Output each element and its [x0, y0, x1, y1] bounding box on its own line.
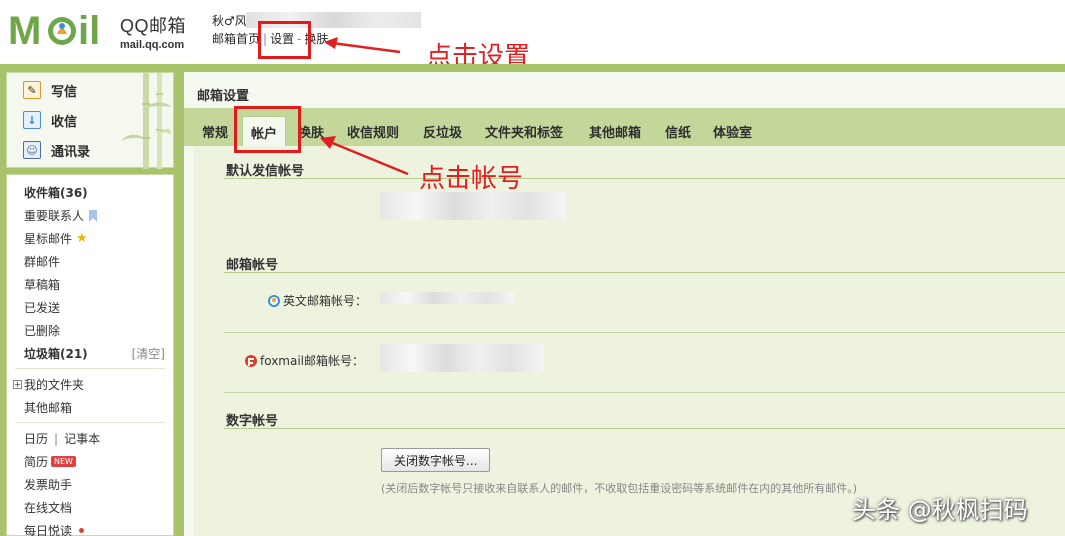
arrow-icon [320, 136, 409, 176]
bamboo-decoration-icon [121, 73, 171, 169]
annotation-click-account: 点击帐号 [419, 164, 524, 194]
section-divider [224, 428, 1065, 429]
brand-text: QQ邮箱 mail.qq.com [120, 12, 186, 51]
svg-text:il: il [78, 9, 100, 50]
other-mailbox[interactable]: 其他邮箱 [24, 399, 72, 416]
my-folders[interactable]: + 我的文件夹 [13, 376, 84, 393]
new-badge: NEW [51, 456, 76, 467]
foxmail-account-label: foxmail邮箱帐号： [260, 354, 365, 368]
main-panel: 邮箱设置 常规 帐户 换肤 收信规则 反垃圾 文件夹和标签 其他邮箱 信纸 体验… [180, 70, 1065, 536]
settings-tabs: 常规 帐户 换肤 收信规则 反垃圾 文件夹和标签 其他邮箱 信纸 体验室 [184, 108, 1065, 146]
settings-panel: 邮箱设置 常规 帐户 换肤 收信规则 反垃圾 文件夹和标签 其他邮箱 信纸 体验… [184, 72, 1065, 536]
account-tab-highlight-box [234, 106, 301, 153]
watermark: 头条 @秋枫扫码 [852, 496, 1028, 524]
foxmail-account-row: foxmail邮箱帐号： [244, 352, 364, 369]
calendar-notes: 日历 | 记事本 [24, 430, 101, 447]
tab-folders-labels[interactable]: 文件夹和标签 [485, 122, 563, 141]
notes-link[interactable]: 记事本 [64, 430, 100, 447]
account-settings-content: 默认发信帐号 邮箱帐号 英文邮箱帐号： foxmail邮箱帐号： 数字帐号 关闭… [194, 146, 1065, 536]
docs-link[interactable]: 在线文档 [24, 499, 72, 516]
expand-plus-icon[interactable]: + [13, 380, 22, 389]
folder-drafts[interactable]: 草稿箱 [24, 276, 60, 293]
folder-divider [15, 368, 165, 369]
folder-important-label: 重要联系人 [24, 209, 85, 223]
qqmail-logo-icon[interactable]: M il [8, 8, 116, 50]
compose-label: 写信 [51, 84, 78, 100]
bookmark-icon [89, 209, 98, 222]
folder-starred-label: 星标邮件 [24, 232, 73, 246]
tab-general[interactable]: 常规 [202, 122, 228, 141]
folder-important[interactable]: 重要联系人 [24, 207, 98, 224]
clear-spam-link[interactable]: [清空] [132, 345, 165, 362]
foxmail-account-redacted [380, 344, 544, 372]
contacts-card-icon: ☺ [23, 141, 41, 159]
star-icon: ★ [76, 231, 88, 246]
mail-home-link[interactable]: 邮箱首页 [212, 32, 260, 46]
settings-highlight-box [258, 21, 311, 59]
inbox-label: 收信 [51, 114, 78, 130]
arrow-icon [324, 37, 401, 54]
folder-spam[interactable]: 垃圾箱(21) [24, 345, 88, 362]
default-sender-redacted[interactable] [380, 192, 566, 220]
folder-sent[interactable]: 已发送 [24, 299, 60, 316]
brand-name: QQ邮箱 [120, 16, 187, 36]
inbox-button[interactable]: ↓ 收信 [23, 109, 77, 131]
contacts-button[interactable]: ☺ 通讯录 [23, 139, 90, 161]
row-divider [224, 392, 1065, 393]
compose-button[interactable]: ✎ 写信 [23, 79, 77, 101]
svg-text:M: M [8, 9, 41, 50]
my-folders-label: 我的文件夹 [24, 378, 85, 392]
tab-other-mailbox[interactable]: 其他邮箱 [589, 122, 641, 141]
header: M il QQ邮箱 mail.qq.com 秋♂风 邮箱首页 | 设置 - 换肤 [0, 0, 1065, 66]
section-divider [224, 272, 1065, 273]
qqmail-small-icon [268, 294, 280, 307]
mailbox-accounts-title: 邮箱帐号 [226, 258, 279, 273]
row-divider [224, 332, 1065, 333]
daily-link[interactable]: 每日悦读 [24, 522, 85, 536]
sidebar-actions: ✎ 写信 ↓ 收信 ☺ 通讯录 [6, 72, 174, 169]
unread-dot-icon [79, 528, 85, 533]
folder-starred[interactable]: 星标邮件 ★ [24, 230, 88, 247]
tab-anti-spam[interactable]: 反垃圾 [423, 122, 462, 141]
invoice-link[interactable]: 发票助手 [24, 476, 72, 493]
close-digital-account-button[interactable]: 关闭数字帐号... [381, 448, 491, 472]
brand-url: mail.qq.com [120, 39, 185, 51]
english-account-redacted [380, 292, 514, 304]
close-digital-hint: (关闭后数字帐号只接收来自联系人的邮件，不收取包括重设密码等系统邮件在内的其他所… [381, 482, 858, 495]
daily-label: 每日悦读 [24, 524, 73, 536]
contacts-label: 通讯录 [51, 144, 91, 160]
english-account-label: 英文邮箱帐号： [283, 294, 368, 308]
resume-link[interactable]: 简历 NEW [24, 453, 76, 470]
tab-lab[interactable]: 体验室 [713, 122, 752, 141]
section-divider [224, 178, 1065, 179]
folder-list: 收件箱(36) 重要联系人 星标邮件 ★ 群邮件 草稿箱 已发送 已删除 垃圾箱… [6, 174, 174, 536]
inbox-download-icon: ↓ [23, 111, 41, 129]
resume-label: 简历 [24, 455, 49, 469]
compose-pencil-icon: ✎ [23, 81, 41, 99]
digital-account-title: 数字帐号 [226, 414, 279, 429]
apps-divider [15, 422, 165, 423]
folder-deleted[interactable]: 已删除 [24, 322, 60, 339]
folder-group[interactable]: 群邮件 [24, 253, 60, 270]
english-account-row: 英文邮箱帐号： [267, 292, 367, 309]
tab-stationery[interactable]: 信纸 [665, 122, 691, 141]
folder-inbox[interactable]: 收件箱(36) [24, 184, 88, 201]
foxmail-icon [245, 354, 257, 367]
user-name: 秋♂风 [212, 14, 247, 28]
page-title: 邮箱设置 [197, 89, 250, 104]
calendar-link[interactable]: 日历 [24, 430, 48, 447]
sidebar: ✎ 写信 ↓ 收信 ☺ 通讯录 收件箱(36) 重要联系人 星标邮件 ★ 群邮件… [0, 70, 180, 536]
default-sender-title: 默认发信帐号 [226, 164, 305, 179]
